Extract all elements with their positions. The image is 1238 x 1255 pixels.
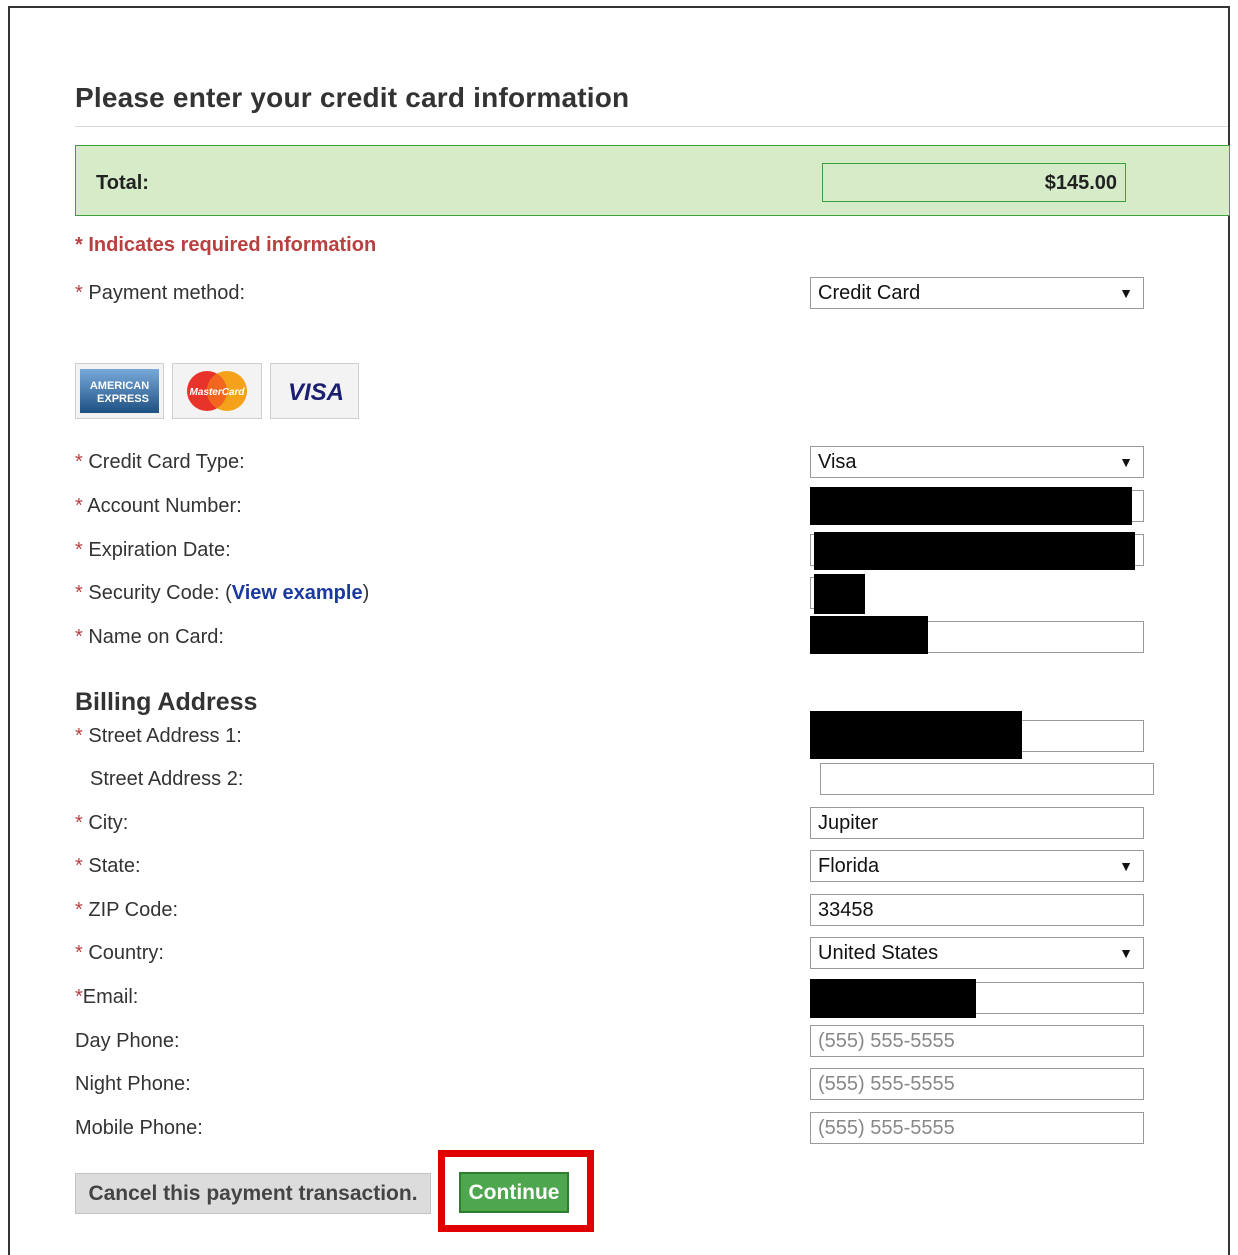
night-phone-input[interactable]: (555) 555-5555	[810, 1068, 1144, 1100]
zip-code-input[interactable]: 33458	[810, 894, 1144, 926]
required-star: *	[75, 451, 83, 473]
zip-code-value: 33458	[818, 899, 874, 921]
night-phone-label: Night Phone:	[75, 1073, 191, 1095]
day-phone-placeholder: (555) 555-5555	[818, 1030, 955, 1052]
zip-code-label: * ZIP Code:	[75, 899, 178, 922]
required-star: *	[75, 855, 83, 877]
required-star: *	[75, 812, 83, 834]
total-bar: Total: $145.00	[75, 145, 1230, 216]
total-label: Total:	[96, 172, 149, 194]
card-type-label: * Credit Card Type:	[75, 451, 245, 474]
country-select[interactable]: United States	[810, 937, 1144, 969]
billing-address-heading: Billing Address	[75, 688, 258, 716]
required-star: *	[75, 626, 83, 648]
name-on-card-label-text: Name on Card:	[88, 626, 224, 648]
email-label-text: Email:	[82, 986, 139, 1008]
visa-logo-text: VISA	[288, 379, 344, 406]
city-label: * City:	[75, 812, 128, 835]
redaction-block	[810, 616, 928, 654]
payment-method-value: Credit Card	[818, 282, 921, 304]
payment-method-label-text: Payment method:	[88, 282, 246, 304]
required-star: *	[75, 986, 83, 1008]
country-label: * Country:	[75, 942, 164, 965]
required-star: *	[75, 942, 83, 964]
payment-method-select[interactable]: Credit Card	[810, 277, 1144, 309]
required-star: *	[75, 282, 83, 304]
state-label-text: State:	[88, 855, 141, 877]
country-label-text: Country:	[88, 942, 164, 964]
street-address-1-label: * Street Address 1:	[75, 725, 242, 748]
required-star: *	[75, 725, 83, 747]
account-number-label: * Account Number:	[75, 495, 242, 518]
required-star: *	[75, 582, 83, 604]
street-address-2-input[interactable]	[820, 763, 1154, 795]
country-value: United States	[818, 942, 939, 964]
zip-code-label-text: ZIP Code:	[88, 899, 179, 921]
city-input[interactable]: Jupiter	[810, 807, 1144, 839]
visa-logo: VISA	[270, 363, 359, 419]
state-select[interactable]: Florida	[810, 850, 1144, 882]
title-divider	[75, 126, 1228, 127]
card-type-label-text: Credit Card Type:	[88, 451, 245, 473]
account-number-label-text: Account Number:	[87, 495, 242, 517]
required-star: *	[75, 495, 83, 517]
street-address-1-label-text: Street Address 1:	[88, 725, 242, 747]
expiration-date-label-text: Expiration Date:	[88, 539, 231, 561]
day-phone-label: Day Phone:	[75, 1030, 180, 1052]
card-type-select[interactable]: Visa	[810, 446, 1144, 478]
amex-logo: AMERICAN EXPRESS	[75, 363, 164, 419]
payment-method-label: * Payment method:	[75, 282, 245, 305]
expiration-date-label: * Expiration Date:	[75, 539, 231, 562]
state-value: Florida	[818, 855, 880, 877]
mobile-phone-placeholder: (555) 555-5555	[818, 1117, 955, 1139]
security-code-label-prefix: Security Code: (	[88, 582, 232, 604]
street-address-2-label: Street Address 2:	[90, 768, 243, 791]
day-phone-input[interactable]: (555) 555-5555	[810, 1025, 1144, 1057]
total-amount: $145.00	[822, 163, 1126, 202]
amex-logo-line1: AMERICAN	[90, 380, 149, 392]
security-code-label: * Security Code: (View example)	[75, 582, 369, 605]
continue-button[interactable]: Continue	[459, 1172, 569, 1213]
card-type-value: Visa	[818, 451, 857, 473]
mastercard-logo: MasterCard	[172, 363, 262, 419]
redaction-block	[810, 487, 1132, 525]
mobile-phone-input[interactable]: (555) 555-5555	[810, 1112, 1144, 1144]
amex-logo-line2: EXPRESS	[97, 393, 149, 405]
required-info-note: * Indicates required information	[75, 234, 377, 256]
security-code-label-suffix: )	[362, 582, 370, 604]
redaction-block	[810, 711, 1022, 759]
mastercard-logo-text: MasterCard	[189, 387, 245, 398]
state-label: * State:	[75, 855, 141, 878]
mobile-phone-label: Mobile Phone:	[75, 1117, 203, 1139]
city-label-text: City:	[88, 812, 129, 834]
name-on-card-label: * Name on Card:	[75, 626, 224, 649]
night-phone-placeholder: (555) 555-5555	[818, 1073, 955, 1095]
view-example-link[interactable]: View example	[232, 582, 363, 604]
cancel-transaction-button[interactable]: Cancel this payment transaction.	[75, 1173, 431, 1214]
required-star: *	[75, 539, 83, 561]
street-address-2-label-text: Street Address 2:	[90, 768, 244, 790]
redaction-block	[810, 979, 976, 1018]
email-label: *Email:	[75, 986, 138, 1009]
redaction-block	[814, 532, 1135, 570]
city-value: Jupiter	[818, 812, 879, 834]
page-title: Please enter your credit card informatio…	[75, 82, 630, 113]
required-star: *	[75, 899, 83, 921]
redaction-block	[814, 574, 865, 614]
